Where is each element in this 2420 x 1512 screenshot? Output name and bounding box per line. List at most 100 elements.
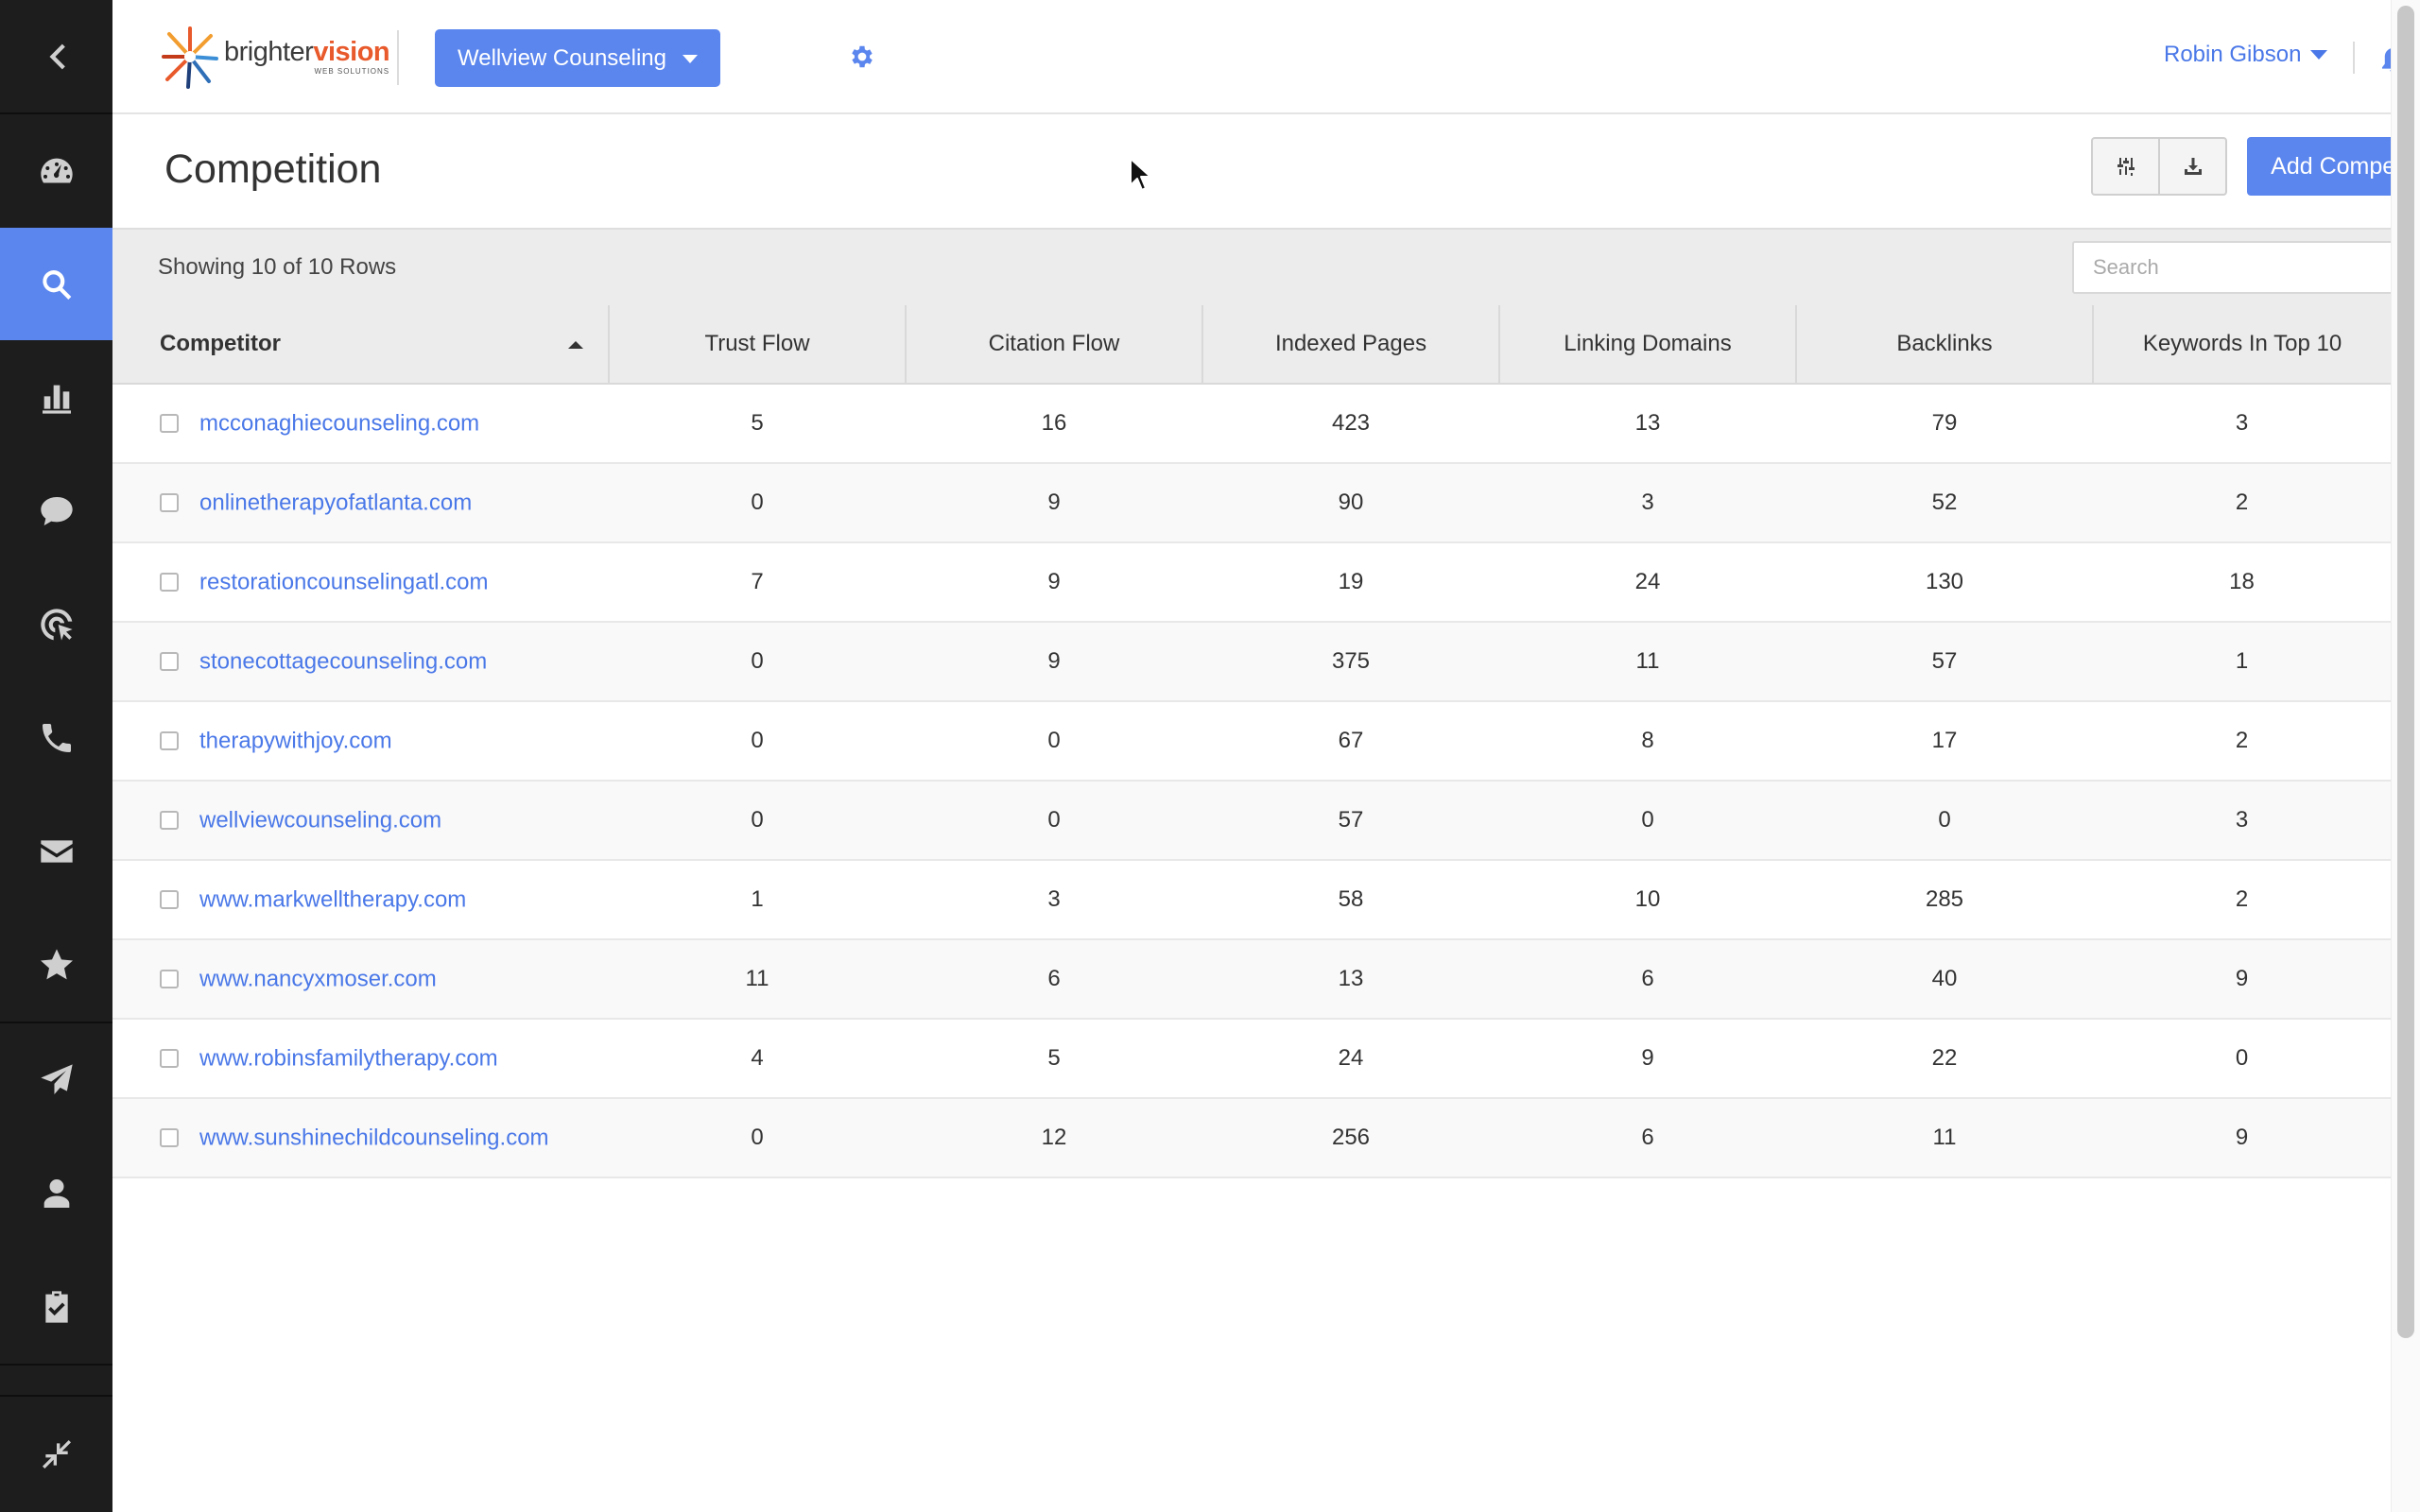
user-menu[interactable]: Robin Gibson bbox=[2164, 42, 2328, 68]
backlinks-cell: 17 bbox=[1796, 701, 2093, 782]
row-checkbox[interactable] bbox=[160, 1049, 179, 1069]
competitor-link[interactable]: www.markwelltherapy.com bbox=[199, 886, 466, 912]
column-filter-button[interactable] bbox=[2093, 139, 2158, 194]
row-checkbox[interactable] bbox=[160, 1128, 179, 1148]
keywords-top10-cell: 2 bbox=[2093, 860, 2391, 940]
envelope-icon bbox=[40, 839, 73, 863]
table-row: www.nancyxmoser.com 11 6 13 6 40 9 bbox=[112, 939, 2391, 1020]
chat-bubble-icon bbox=[40, 496, 73, 525]
header-divider bbox=[2353, 42, 2355, 74]
citation-flow-cell: 6 bbox=[906, 939, 1202, 1020]
keywords-top10-cell: 2 bbox=[2093, 701, 2391, 782]
row-count-text: Showing 10 of 10 Rows bbox=[158, 254, 397, 280]
citation-flow-cell: 0 bbox=[906, 701, 1202, 782]
competitor-cell: restorationcounselingatl.com bbox=[112, 542, 609, 623]
trust-flow-cell: 0 bbox=[609, 701, 906, 782]
bar-chart-icon bbox=[42, 385, 71, 414]
competitor-cell: mcconaghiecounseling.com bbox=[112, 384, 609, 464]
competitor-link[interactable]: wellviewcounseling.com bbox=[199, 807, 441, 833]
scrollbar-thumb[interactable] bbox=[2397, 6, 2414, 1338]
column-header-citation-flow[interactable]: Citation Flow bbox=[906, 305, 1203, 385]
search-input[interactable] bbox=[2072, 241, 2420, 294]
column-header-backlinks[interactable]: Backlinks bbox=[1796, 305, 2094, 385]
column-header-linking-domains[interactable]: Linking Domains bbox=[1499, 305, 1797, 385]
backlinks-cell: 40 bbox=[1796, 939, 2093, 1020]
client-selector-button[interactable]: Wellview Counseling bbox=[435, 29, 720, 87]
competitor-link[interactable]: restorationcounselingatl.com bbox=[199, 569, 489, 594]
indexed-pages-cell: 90 bbox=[1202, 463, 1499, 543]
backlinks-cell: 52 bbox=[1796, 463, 2093, 543]
row-checkbox[interactable] bbox=[160, 414, 179, 434]
sidebar-item-dashboard[interactable] bbox=[0, 114, 112, 227]
linking-domains-cell: 3 bbox=[1499, 463, 1796, 543]
sidebar-item-campaigns[interactable] bbox=[0, 1023, 112, 1136]
trust-flow-cell: 7 bbox=[609, 542, 906, 623]
competitor-cell: www.robinsfamilytherapy.com bbox=[112, 1019, 609, 1099]
row-checkbox[interactable] bbox=[160, 731, 179, 751]
sidebar-item-search[interactable] bbox=[0, 228, 112, 340]
download-button[interactable] bbox=[2158, 139, 2225, 194]
sidebar-item-reports[interactable] bbox=[0, 341, 112, 454]
indexed-pages-cell: 256 bbox=[1202, 1098, 1499, 1178]
competitor-link[interactable]: onlinetherapyofatlanta.com bbox=[199, 490, 472, 515]
table-row: mcconaghiecounseling.com 5 16 423 13 79 3 bbox=[112, 384, 2391, 464]
row-checkbox[interactable] bbox=[160, 652, 179, 672]
row-checkbox[interactable] bbox=[160, 811, 179, 831]
competitor-link[interactable]: mcconaghiecounseling.com bbox=[199, 410, 479, 436]
row-checkbox[interactable] bbox=[160, 493, 179, 513]
header-divider bbox=[397, 30, 399, 85]
table-row: www.markwelltherapy.com 1 3 58 10 285 2 bbox=[112, 860, 2391, 940]
table-row: onlinetherapyofatlanta.com 0 9 90 3 52 2 bbox=[112, 463, 2391, 543]
citation-flow-cell: 9 bbox=[906, 542, 1202, 623]
top-header: brightervision WEB SOLUTIONS Wellview Co… bbox=[112, 0, 2419, 114]
column-header-trust-flow[interactable]: Trust Flow bbox=[609, 305, 907, 385]
brand-wordmark: brightervision WEB SOLUTIONS bbox=[224, 36, 390, 76]
keywords-top10-cell: 2 bbox=[2093, 463, 2391, 543]
trust-flow-cell: 0 bbox=[609, 622, 906, 702]
keywords-top10-cell: 18 bbox=[2093, 542, 2391, 623]
sidebar-item-tasks[interactable] bbox=[0, 1250, 112, 1363]
competitor-link[interactable]: stonecottagecounseling.com bbox=[199, 648, 487, 674]
linking-domains-cell: 13 bbox=[1499, 384, 1796, 464]
column-header-competitor[interactable]: Competitor bbox=[112, 305, 610, 385]
citation-flow-cell: 16 bbox=[906, 384, 1202, 464]
sidebar-item-account[interactable] bbox=[0, 1137, 112, 1249]
competitor-link[interactable]: www.nancyxmoser.com bbox=[199, 966, 437, 991]
competitor-cell: therapywithjoy.com bbox=[112, 701, 609, 782]
linking-domains-cell: 0 bbox=[1499, 781, 1796, 861]
sidebar-item-reviews[interactable] bbox=[0, 908, 112, 1021]
sidebar-collapse-back[interactable] bbox=[0, 0, 112, 112]
row-checkbox[interactable] bbox=[160, 573, 179, 593]
sidebar-item-targeting[interactable] bbox=[0, 568, 112, 680]
sidebar-item-email[interactable] bbox=[0, 795, 112, 907]
collapse-icon bbox=[42, 1440, 71, 1469]
competitor-link[interactable]: www.sunshinechildcounseling.com bbox=[199, 1125, 549, 1150]
row-checkbox[interactable] bbox=[160, 890, 179, 910]
column-header-keywords-top-10[interactable]: Keywords In Top 10 bbox=[2093, 305, 2391, 385]
citation-flow-cell: 9 bbox=[906, 463, 1202, 543]
competitor-link[interactable]: www.robinsfamilytherapy.com bbox=[199, 1045, 498, 1071]
page-scrollbar[interactable] bbox=[2391, 0, 2420, 1512]
trust-flow-cell: 0 bbox=[609, 463, 906, 543]
mouse-cursor-icon bbox=[1130, 158, 1151, 191]
client-settings-button[interactable] bbox=[848, 43, 876, 71]
competitor-cell: wellviewcounseling.com bbox=[112, 781, 609, 861]
row-checkbox[interactable] bbox=[160, 970, 179, 989]
brand-starburst-icon bbox=[162, 26, 218, 89]
client-name: Wellview Counseling bbox=[458, 44, 666, 71]
competitor-cell: www.markwelltherapy.com bbox=[112, 860, 609, 940]
competitor-link[interactable]: therapywithjoy.com bbox=[199, 728, 392, 753]
citation-flow-cell: 0 bbox=[906, 781, 1202, 861]
column-header-indexed-pages[interactable]: Indexed Pages bbox=[1202, 305, 1500, 385]
table-header-row: Competitor Trust Flow Citation Flow Inde… bbox=[112, 305, 2391, 385]
sidebar-item-messages[interactable] bbox=[0, 455, 112, 567]
trust-flow-cell: 0 bbox=[609, 781, 906, 861]
backlinks-cell: 0 bbox=[1796, 781, 2093, 861]
table-info-bar: Showing 10 of 10 Rows bbox=[112, 228, 2420, 305]
brand-logo[interactable]: brightervision WEB SOLUTIONS bbox=[160, 23, 390, 91]
sidebar-item-calls[interactable] bbox=[0, 681, 112, 794]
backlinks-cell: 285 bbox=[1796, 860, 2093, 940]
table-row: stonecottagecounseling.com 0 9 375 11 57 1 bbox=[112, 622, 2391, 702]
linking-domains-cell: 6 bbox=[1499, 1098, 1796, 1178]
sidebar-item-compress[interactable] bbox=[0, 1397, 112, 1512]
